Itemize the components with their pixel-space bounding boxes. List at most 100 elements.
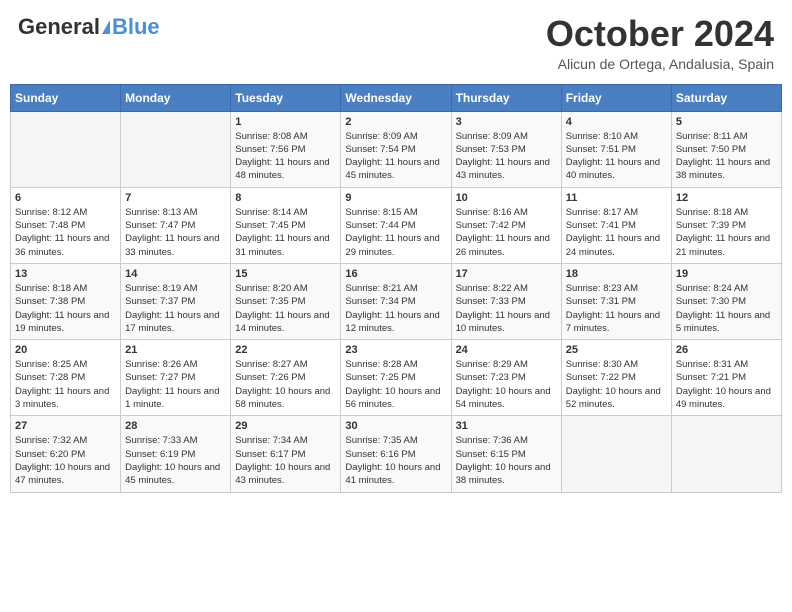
day-detail: Sunrise: 7:32 AM Sunset: 6:20 PM Dayligh… <box>15 434 116 487</box>
day-detail: Sunrise: 8:11 AM Sunset: 7:50 PM Dayligh… <box>676 130 777 183</box>
day-detail: Sunrise: 8:17 AM Sunset: 7:41 PM Dayligh… <box>566 206 667 259</box>
column-header-saturday: Saturday <box>671 84 781 111</box>
calendar-cell: 11 Sunrise: 8:17 AM Sunset: 7:41 PM Dayli… <box>561 187 671 263</box>
day-number: 30 <box>345 420 446 432</box>
calendar-cell: 31 Sunrise: 7:36 AM Sunset: 6:15 PM Dayli… <box>451 416 561 492</box>
calendar-cell: 5 Sunrise: 8:11 AM Sunset: 7:50 PM Daylig… <box>671 111 781 187</box>
location-title: Alicun de Ortega, Andalusia, Spain <box>546 56 774 72</box>
calendar-cell: 25Sunrise: 8:30 AM Sunset: 7:22 PM Dayli… <box>561 340 671 416</box>
calendar-cell: 18 Sunrise: 8:23 AM Sunset: 7:31 PM Dayli… <box>561 263 671 339</box>
logo: General Blue <box>18 14 160 40</box>
day-detail: Sunrise: 8:18 AM Sunset: 7:38 PM Dayligh… <box>15 282 116 335</box>
logo-general-text: General <box>18 14 100 40</box>
calendar-cell: 24Sunrise: 8:29 AM Sunset: 7:23 PM Dayli… <box>451 340 561 416</box>
calendar-cell: 2 Sunrise: 8:09 AM Sunset: 7:54 PM Daylig… <box>341 111 451 187</box>
calendar-cell: 30Sunrise: 7:35 AM Sunset: 6:16 PM Dayli… <box>341 416 451 492</box>
day-detail: Sunrise: 8:26 AM Sunset: 7:27 PM Dayligh… <box>125 358 226 411</box>
calendar-week-row: 13 Sunrise: 8:18 AM Sunset: 7:38 PM Dayli… <box>11 263 782 339</box>
calendar-cell: 9 Sunrise: 8:15 AM Sunset: 7:44 PM Daylig… <box>341 187 451 263</box>
day-detail: Sunrise: 8:20 AM Sunset: 7:35 PM Dayligh… <box>235 282 336 335</box>
day-number: 2 <box>345 116 446 128</box>
day-number: 17 <box>456 268 557 280</box>
calendar-cell: 23 Sunrise: 8:28 AM Sunset: 7:25 PM Dayli… <box>341 340 451 416</box>
day-detail: Sunrise: 8:16 AM Sunset: 7:42 PM Dayligh… <box>456 206 557 259</box>
day-detail: Sunrise: 8:19 AM Sunset: 7:37 PM Dayligh… <box>125 282 226 335</box>
calendar-cell: 7 Sunrise: 8:13 AM Sunset: 7:47 PM Daylig… <box>121 187 231 263</box>
day-number: 10 <box>456 192 557 204</box>
day-number: 27 <box>15 420 116 432</box>
day-detail: Sunrise: 8:14 AM Sunset: 7:45 PM Dayligh… <box>235 206 336 259</box>
day-number: 23 <box>345 344 446 356</box>
calendar-week-row: 1 Sunrise: 8:08 AM Sunset: 7:56 PM Daylig… <box>11 111 782 187</box>
day-number: 7 <box>125 192 226 204</box>
day-detail: Sunrise: 8:22 AM Sunset: 7:33 PM Dayligh… <box>456 282 557 335</box>
day-detail: Sunrise: 8:09 AM Sunset: 7:53 PM Dayligh… <box>456 130 557 183</box>
day-detail: Sunrise: 8:13 AM Sunset: 7:47 PM Dayligh… <box>125 206 226 259</box>
day-detail: Sunrise: 8:21 AM Sunset: 7:34 PM Dayligh… <box>345 282 446 335</box>
calendar-cell <box>121 111 231 187</box>
calendar-cell: 29 Sunrise: 7:34 AM Sunset: 6:17 PM Dayli… <box>231 416 341 492</box>
day-detail: Sunrise: 8:15 AM Sunset: 7:44 PM Dayligh… <box>345 206 446 259</box>
day-number: 5 <box>676 116 777 128</box>
day-number: 21 <box>125 344 226 356</box>
day-detail: Sunrise: 8:09 AM Sunset: 7:54 PM Dayligh… <box>345 130 446 183</box>
day-detail: Sunrise: 7:36 AM Sunset: 6:15 PM Dayligh… <box>456 434 557 487</box>
logo-arrow-icon <box>102 20 110 34</box>
day-number: 1 <box>235 116 336 128</box>
calendar-cell: 27 Sunrise: 7:32 AM Sunset: 6:20 PM Dayli… <box>11 416 121 492</box>
day-number: 11 <box>566 192 667 204</box>
calendar-week-row: 27 Sunrise: 7:32 AM Sunset: 6:20 PM Dayli… <box>11 416 782 492</box>
day-number: 19 <box>676 268 777 280</box>
calendar-cell: 26 Sunrise: 8:31 AM Sunset: 7:21 PM Dayli… <box>671 340 781 416</box>
day-detail: Sunrise: 8:27 AM Sunset: 7:26 PM Dayligh… <box>235 358 336 411</box>
column-header-wednesday: Wednesday <box>341 84 451 111</box>
calendar-cell: 20Sunrise: 8:25 AM Sunset: 7:28 PM Dayli… <box>11 340 121 416</box>
day-number: 31 <box>456 420 557 432</box>
day-detail: Sunrise: 8:25 AM Sunset: 7:28 PM Dayligh… <box>15 358 116 411</box>
day-detail: Sunrise: 8:30 AM Sunset: 7:22 PM Dayligh… <box>566 358 667 411</box>
calendar-cell: 15Sunrise: 8:20 AM Sunset: 7:35 PM Dayli… <box>231 263 341 339</box>
day-number: 16 <box>345 268 446 280</box>
day-detail: Sunrise: 8:28 AM Sunset: 7:25 PM Dayligh… <box>345 358 446 411</box>
day-number: 4 <box>566 116 667 128</box>
day-number: 29 <box>235 420 336 432</box>
calendar-cell: 19 Sunrise: 8:24 AM Sunset: 7:30 PM Dayli… <box>671 263 781 339</box>
day-detail: Sunrise: 8:08 AM Sunset: 7:56 PM Dayligh… <box>235 130 336 183</box>
calendar-cell <box>561 416 671 492</box>
day-number: 13 <box>15 268 116 280</box>
calendar-cell: 4 Sunrise: 8:10 AM Sunset: 7:51 PM Daylig… <box>561 111 671 187</box>
calendar-cell: 13 Sunrise: 8:18 AM Sunset: 7:38 PM Dayli… <box>11 263 121 339</box>
day-number: 22 <box>235 344 336 356</box>
calendar-cell <box>11 111 121 187</box>
calendar-cell: 1 Sunrise: 8:08 AM Sunset: 7:56 PM Daylig… <box>231 111 341 187</box>
calendar-cell: 6Sunrise: 8:12 AM Sunset: 7:48 PM Daylig… <box>11 187 121 263</box>
calendar-cell: 16 Sunrise: 8:21 AM Sunset: 7:34 PM Dayli… <box>341 263 451 339</box>
day-number: 28 <box>125 420 226 432</box>
day-detail: Sunrise: 8:29 AM Sunset: 7:23 PM Dayligh… <box>456 358 557 411</box>
day-number: 8 <box>235 192 336 204</box>
day-number: 18 <box>566 268 667 280</box>
day-detail: Sunrise: 8:31 AM Sunset: 7:21 PM Dayligh… <box>676 358 777 411</box>
calendar-cell: 8 Sunrise: 8:14 AM Sunset: 7:45 PM Daylig… <box>231 187 341 263</box>
day-detail: Sunrise: 7:33 AM Sunset: 6:19 PM Dayligh… <box>125 434 226 487</box>
calendar-cell: 12Sunrise: 8:18 AM Sunset: 7:39 PM Dayli… <box>671 187 781 263</box>
page-header: General Blue October 2024 Alicun de Orte… <box>10 10 782 76</box>
day-detail: Sunrise: 8:24 AM Sunset: 7:30 PM Dayligh… <box>676 282 777 335</box>
calendar-cell: 22 Sunrise: 8:27 AM Sunset: 7:26 PM Dayli… <box>231 340 341 416</box>
calendar-cell <box>671 416 781 492</box>
day-number: 9 <box>345 192 446 204</box>
day-number: 26 <box>676 344 777 356</box>
calendar-cell: 3Sunrise: 8:09 AM Sunset: 7:53 PM Daylig… <box>451 111 561 187</box>
day-detail: Sunrise: 7:34 AM Sunset: 6:17 PM Dayligh… <box>235 434 336 487</box>
calendar-cell: 14 Sunrise: 8:19 AM Sunset: 7:37 PM Dayli… <box>121 263 231 339</box>
calendar-week-row: 20Sunrise: 8:25 AM Sunset: 7:28 PM Dayli… <box>11 340 782 416</box>
day-number: 6 <box>15 192 116 204</box>
day-detail: Sunrise: 8:23 AM Sunset: 7:31 PM Dayligh… <box>566 282 667 335</box>
month-title: October 2024 <box>546 14 774 54</box>
column-header-thursday: Thursday <box>451 84 561 111</box>
calendar-header-row: SundayMondayTuesdayWednesdayThursdayFrid… <box>11 84 782 111</box>
column-header-tuesday: Tuesday <box>231 84 341 111</box>
calendar-week-row: 6Sunrise: 8:12 AM Sunset: 7:48 PM Daylig… <box>11 187 782 263</box>
day-number: 14 <box>125 268 226 280</box>
day-detail: Sunrise: 8:10 AM Sunset: 7:51 PM Dayligh… <box>566 130 667 183</box>
